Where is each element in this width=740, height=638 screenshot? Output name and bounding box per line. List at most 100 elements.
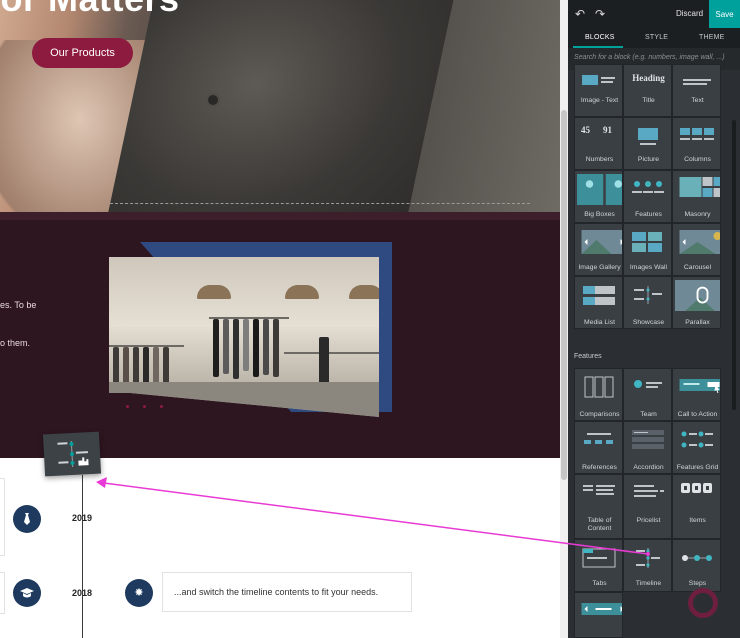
lamp-shape bbox=[197, 285, 231, 299]
block-numbers[interactable]: 45 91 Numbers bbox=[574, 117, 623, 170]
block-big-boxes[interactable]: Big Boxes bbox=[574, 170, 623, 223]
block-label: Team bbox=[640, 411, 657, 418]
discard-button[interactable]: Discard bbox=[676, 9, 703, 18]
tab-style[interactable]: STYLE bbox=[645, 34, 668, 41]
graduation-cap-icon[interactable] bbox=[13, 579, 41, 607]
block-images-wall[interactable]: Images Wall bbox=[623, 223, 672, 276]
lamp-shape bbox=[285, 285, 319, 299]
comparisons-icon bbox=[584, 376, 614, 398]
clothing-item bbox=[133, 347, 139, 385]
block-masonry[interactable]: Masonry bbox=[672, 170, 721, 223]
steps-icon bbox=[682, 555, 712, 561]
canvas-scrollbar-thumb[interactable] bbox=[561, 110, 567, 480]
tie-icon[interactable] bbox=[13, 505, 41, 533]
block-image-text[interactable]: Image - Text bbox=[574, 64, 623, 117]
timeline-card-text[interactable]: ...and switch the timeline contents to f… bbox=[174, 587, 378, 597]
drop-zone-indicator bbox=[110, 203, 530, 204]
block-label: Text bbox=[691, 97, 704, 104]
block-items[interactable]: Items bbox=[672, 474, 721, 539]
decorative-dot bbox=[126, 405, 129, 408]
block-features[interactable]: Features bbox=[623, 170, 672, 223]
block-label: Features bbox=[635, 211, 662, 218]
big-boxes-icon bbox=[577, 174, 622, 205]
hero-section: lor Matters Our Products bbox=[0, 0, 560, 212]
showcase-icon bbox=[634, 286, 662, 304]
block-label: References bbox=[582, 464, 617, 471]
block-carousel[interactable]: Carousel bbox=[672, 223, 721, 276]
accordion-icon bbox=[632, 430, 664, 449]
clothes-rail bbox=[284, 352, 379, 354]
block-features-grid[interactable]: Features Grid bbox=[672, 421, 721, 474]
heading-icon: Heading bbox=[632, 73, 665, 83]
block-showcase[interactable]: Showcase bbox=[623, 276, 672, 329]
parallax-icon bbox=[675, 280, 720, 311]
cursor-click-indicator bbox=[688, 588, 718, 618]
references-icon bbox=[584, 433, 613, 444]
call-to-action-icon bbox=[679, 379, 720, 393]
block-tabs[interactable]: Tabs bbox=[574, 539, 623, 592]
block-quotes[interactable] bbox=[574, 592, 623, 638]
section-text-line[interactable]: es. To be bbox=[0, 300, 36, 310]
tab-blocks[interactable]: BLOCKS bbox=[585, 34, 615, 41]
block-label: Numbers bbox=[585, 156, 614, 163]
picture-icon bbox=[638, 128, 658, 145]
block-team[interactable]: Team bbox=[623, 368, 672, 421]
block-comparisons[interactable]: Comparisons bbox=[574, 368, 623, 421]
block-media-list[interactable]: Media List bbox=[574, 276, 623, 329]
dragged-timeline-block[interactable] bbox=[42, 431, 102, 477]
images-wall-icon bbox=[632, 232, 662, 252]
tabs-icon bbox=[582, 548, 616, 568]
clothing-item bbox=[233, 319, 239, 379]
decorative-dot bbox=[143, 405, 146, 408]
clothing-item bbox=[213, 319, 219, 377]
timeline-card-edge bbox=[0, 572, 5, 614]
panel-scrollbar-thumb[interactable] bbox=[732, 120, 736, 410]
search-placeholder: Search for a block (e.g. numbers, image … bbox=[574, 54, 725, 61]
block-accordion[interactable]: Accordion bbox=[623, 421, 672, 474]
team-icon bbox=[634, 380, 662, 388]
block-pricelist[interactable]: Pricelist bbox=[623, 474, 672, 539]
timeline-icon bbox=[636, 548, 660, 568]
block-timeline[interactable]: Timeline bbox=[623, 539, 672, 592]
tab-theme[interactable]: THEME bbox=[699, 34, 725, 41]
block-label: Timeline bbox=[635, 580, 662, 587]
block-label: Call to Action bbox=[677, 411, 718, 418]
jacket-button-image bbox=[208, 95, 218, 105]
block-image-gallery[interactable]: Image Gallery bbox=[574, 223, 623, 276]
block-text[interactable]: Text bbox=[672, 64, 721, 117]
hero-jacket-image bbox=[102, 0, 458, 212]
block-table-of-content[interactable]: Table of Content bbox=[574, 474, 623, 539]
hero-title[interactable]: lor Matters bbox=[0, 0, 180, 20]
panel-scrollbar[interactable] bbox=[731, 70, 737, 638]
timeline-line bbox=[82, 475, 83, 638]
editor-tabs: BLOCKS STYLE THEME bbox=[568, 28, 740, 48]
block-steps[interactable]: Steps bbox=[672, 539, 721, 592]
block-label: Comparisons bbox=[579, 411, 620, 418]
block-parallax[interactable]: Parallax bbox=[672, 276, 721, 329]
save-button[interactable]: Save bbox=[709, 0, 740, 28]
star-icon[interactable]: ✸ bbox=[125, 579, 153, 607]
block-label: Pricelist bbox=[636, 517, 661, 524]
block-label: Media List bbox=[584, 319, 615, 326]
block-label: Showcase bbox=[632, 319, 665, 326]
block-references[interactable]: References bbox=[574, 421, 623, 474]
block-picture[interactable]: Picture bbox=[623, 117, 672, 170]
our-products-button[interactable]: Our Products bbox=[32, 38, 133, 68]
block-call-to-action[interactable]: Call to Action bbox=[672, 368, 721, 421]
section-text-line[interactable]: o them. bbox=[0, 338, 30, 348]
features-section-title: Features bbox=[574, 353, 602, 360]
redo-icon[interactable]: ↷ bbox=[595, 7, 605, 21]
block-columns[interactable]: Columns bbox=[672, 117, 721, 170]
lamp-shape bbox=[349, 285, 379, 299]
timeline-year[interactable]: 2019 bbox=[72, 513, 92, 523]
section-divider bbox=[0, 212, 560, 220]
table-of-content-icon bbox=[583, 485, 615, 495]
pricelist-icon bbox=[634, 485, 664, 497]
store-photo[interactable] bbox=[109, 257, 379, 417]
block-title[interactable]: Heading Title bbox=[623, 64, 672, 117]
timeline-year[interactable]: 2018 bbox=[72, 588, 92, 598]
block-label: Images Wall bbox=[629, 264, 668, 271]
canvas-scrollbar[interactable] bbox=[560, 0, 568, 638]
undo-icon[interactable]: ↶ bbox=[575, 7, 585, 21]
decorative-dot bbox=[160, 405, 163, 408]
